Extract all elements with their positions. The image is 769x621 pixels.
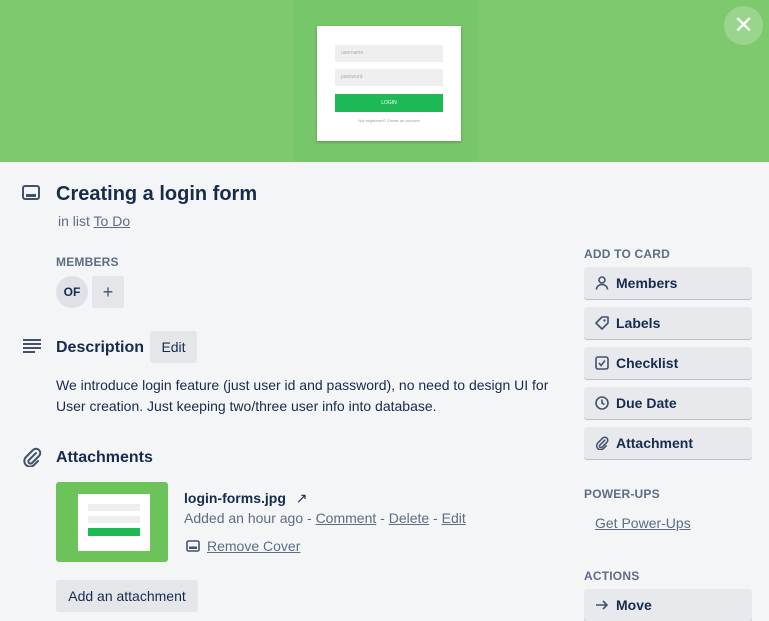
- tag-icon: [595, 316, 609, 330]
- attachment-file-name[interactable]: login-forms.jpg: [184, 490, 286, 506]
- separator: -: [376, 510, 389, 526]
- attachment-comment-link[interactable]: Comment: [316, 510, 377, 526]
- separator: -: [303, 510, 316, 526]
- separator: -: [429, 510, 442, 526]
- mock-password-field: password: [335, 69, 443, 86]
- paperclip-icon: [595, 436, 609, 450]
- add-attachment-button[interactable]: Add an attachment: [56, 580, 198, 612]
- sidebar-move-label: Move: [616, 597, 652, 613]
- sidebar-due-date-label: Due Date: [616, 395, 677, 411]
- sidebar-attachment-label: Attachment: [616, 435, 694, 451]
- paperclip-icon: [23, 447, 42, 467]
- mock-username-field: username: [335, 45, 443, 62]
- attachment-delete-link[interactable]: Delete: [389, 510, 429, 526]
- cover-mockup: username password LOGIN Not registered? …: [317, 26, 461, 141]
- sidebar-members-button[interactable]: Members: [584, 267, 752, 299]
- clock-icon: [595, 396, 609, 410]
- description-edit-button[interactable]: Edit: [150, 331, 197, 363]
- open-external-icon[interactable]: ↗: [296, 490, 308, 506]
- mock-login-button: LOGIN: [335, 94, 443, 112]
- card-cover: username password LOGIN Not registered? …: [0, 0, 769, 162]
- power-ups-label: POWER-UPS: [584, 487, 660, 501]
- sidebar-due-date-button[interactable]: Due Date: [584, 387, 752, 419]
- sidebar-labels-button[interactable]: Labels: [584, 307, 752, 339]
- members-label: MEMBERS: [56, 255, 119, 269]
- in-list-text: in list To Do: [58, 213, 130, 229]
- in-list-prefix: in list: [58, 213, 90, 229]
- add-member-button[interactable]: +: [92, 276, 124, 308]
- card-icon: [22, 185, 40, 200]
- mock-footer-text: Not registered? Create an account: [358, 118, 420, 123]
- thumbnail-mockup: [78, 494, 150, 551]
- close-button[interactable]: ✕: [724, 6, 763, 45]
- sidebar-move-button[interactable]: Move: [584, 589, 752, 621]
- remove-cover-link[interactable]: Remove Cover: [207, 538, 300, 554]
- sidebar-checklist-label: Checklist: [616, 355, 679, 371]
- cover-image: username password LOGIN Not registered? …: [293, 0, 478, 162]
- person-icon: [595, 276, 609, 290]
- add-to-card-label: ADD TO CARD: [584, 247, 670, 261]
- attachments-heading: Attachments: [56, 449, 153, 466]
- sidebar-checklist-button[interactable]: Checklist: [584, 347, 752, 379]
- sidebar-members-label: Members: [616, 275, 678, 291]
- checklist-icon: [595, 356, 609, 370]
- attachment-edit-link[interactable]: Edit: [442, 510, 466, 526]
- card-title[interactable]: Creating a login form: [56, 183, 257, 206]
- attachment-thumbnail[interactable]: [56, 482, 168, 562]
- cover-icon: [186, 540, 200, 552]
- sidebar-attachment-button[interactable]: Attachment: [584, 427, 752, 459]
- description-icon: [23, 339, 41, 353]
- attachment-meta: Added an hour ago - Comment - Delete - E…: [184, 510, 466, 526]
- avatar[interactable]: OF: [56, 276, 88, 308]
- attachment-added-time: Added an hour ago: [184, 510, 304, 526]
- description-heading: Description: [56, 339, 145, 356]
- list-link[interactable]: To Do: [94, 213, 131, 229]
- actions-label: ACTIONS: [584, 569, 640, 583]
- get-power-ups-link[interactable]: Get Power-Ups: [595, 515, 691, 531]
- description-text[interactable]: We introduce login feature (just user id…: [56, 375, 556, 417]
- sidebar-labels-label: Labels: [616, 315, 661, 331]
- attachment-name[interactable]: login-forms.jpg ↗: [184, 490, 308, 507]
